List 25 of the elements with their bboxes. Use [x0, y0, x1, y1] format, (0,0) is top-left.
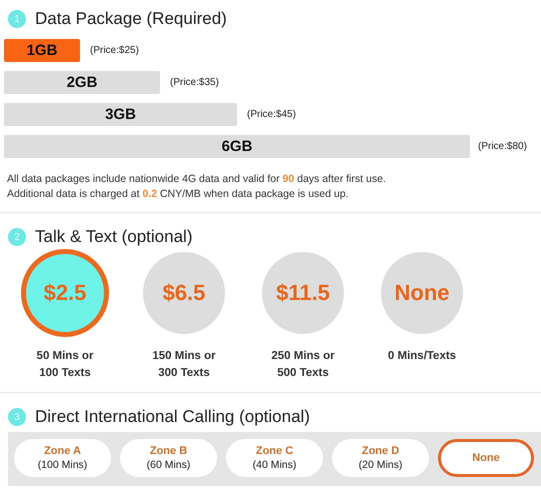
zone-option[interactable]: Zone C (40 Mins)	[226, 439, 323, 477]
step-number-badge: 1	[8, 10, 26, 28]
price-label: (Price:$45)	[247, 109, 296, 120]
section-title: Direct International Calling (optional)	[35, 407, 310, 427]
price-label: (Price:$35)	[170, 77, 219, 88]
zone-option[interactable]: Zone B (60 Mins)	[120, 439, 217, 477]
info-text: All data packages include nationwide 4G data and valid for 90 days after first use.	[7, 172, 387, 187]
option-caption: 0 Mins/Texts	[388, 349, 456, 364]
section-title: Talk & Text (optional)	[35, 227, 192, 247]
price-label: (Price:$25)	[90, 45, 139, 56]
zone-option[interactable]: None	[438, 439, 534, 477]
data-package-option[interactable]: 1GB	[4, 39, 80, 62]
data-package-option[interactable]: 3GB	[4, 103, 237, 126]
price-label: (Price:$80)	[478, 141, 527, 152]
data-package-option[interactable]: 6GB	[4, 135, 470, 158]
option-caption: 150 Mins or 300 Texts	[152, 349, 216, 381]
data-package-option[interactable]: 2GB	[4, 71, 160, 94]
step-number-badge: 2	[8, 228, 26, 246]
option-caption: 250 Mins or 500 Texts	[271, 349, 335, 381]
zone-option[interactable]: Zone A (100 Mins)	[14, 439, 111, 477]
step-number-badge: 3	[8, 408, 26, 426]
section-title: Data Package (Required)	[35, 9, 227, 29]
info-text: Additional data is charged at 0.2 CNY/MB when data package is used up.	[7, 187, 350, 202]
option-caption: 50 Mins or 100 Texts	[36, 349, 94, 381]
zone-option[interactable]: Zone D (20 Mins)	[332, 439, 429, 477]
